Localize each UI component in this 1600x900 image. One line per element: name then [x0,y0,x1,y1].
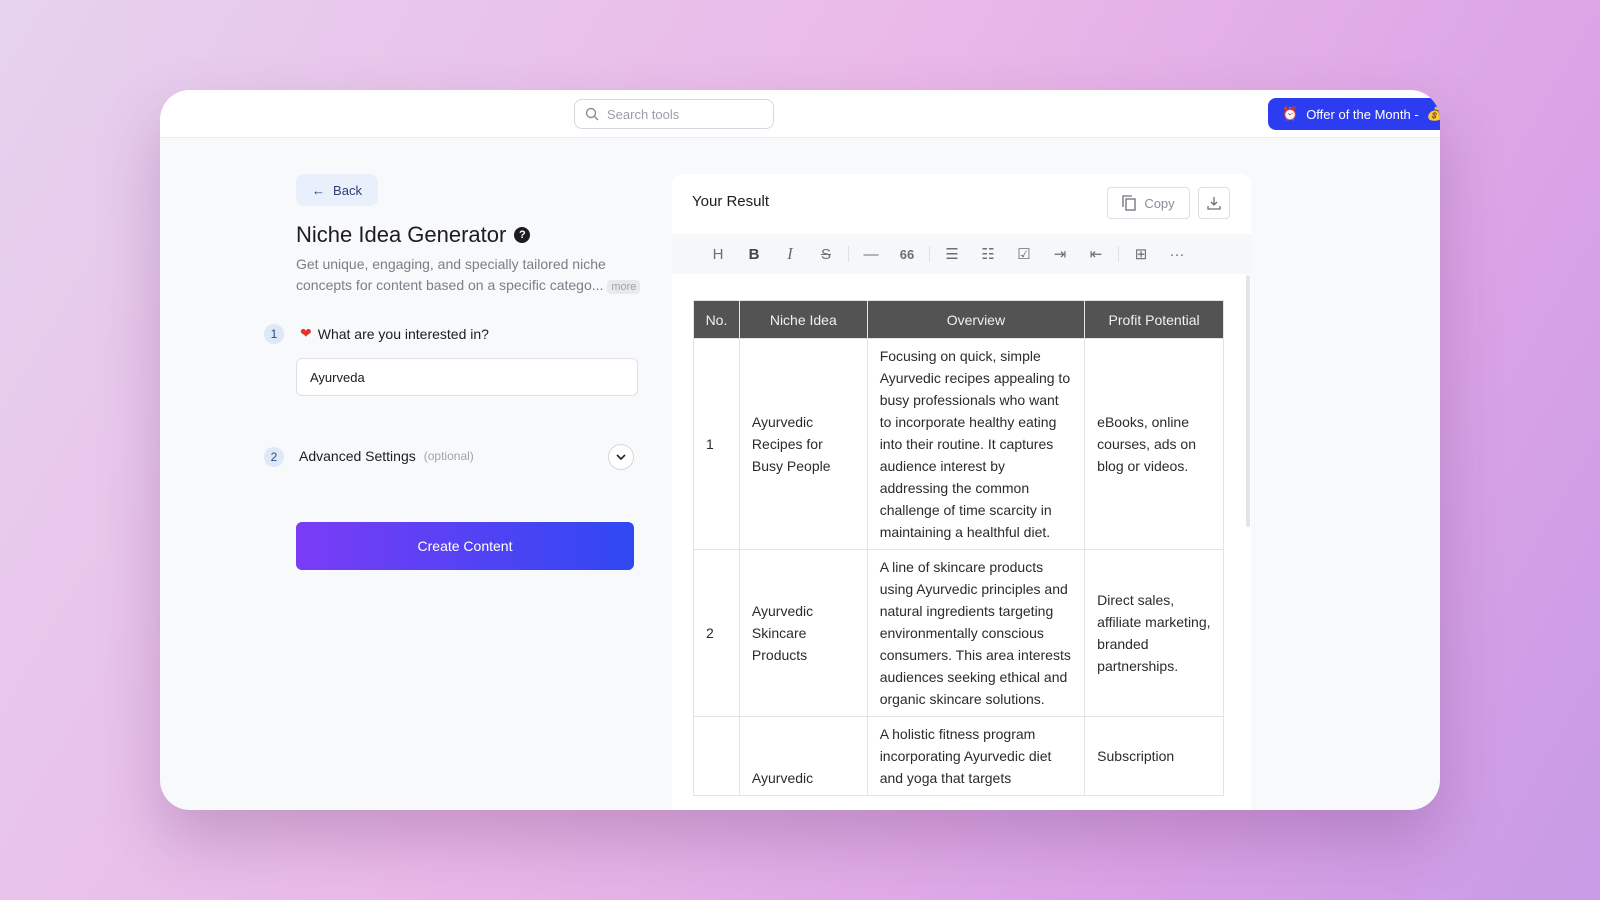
title-text: Niche Idea Generator [296,222,507,247]
arrow-left-icon: ← [312,182,326,198]
numbered-list-icon[interactable]: ☷ [970,240,1006,268]
advanced-settings-label: Advanced Settings [299,448,416,464]
top-bar: Search tools ⏰ Offer of the Month - 💰 [160,90,1440,138]
table-header-row: No. Niche Idea Overview Profit Potential [693,300,1224,339]
download-icon [1207,197,1221,210]
toolbar-divider [1118,246,1119,262]
cell-overview: Focusing on quick, simple Ayurvedic reci… [866,338,1086,550]
more-options-icon[interactable]: ··· [1159,240,1195,268]
chevron-down-icon [616,454,626,460]
strikethrough-icon[interactable]: S [808,240,844,268]
step-1-number: 1 [264,324,284,344]
toolbar-divider [929,246,930,262]
header-niche-idea: Niche Idea [738,300,868,339]
cell-no [693,716,740,796]
app-window: Search tools ⏰ Offer of the Month - 💰 ← … [160,90,1440,810]
optional-label: (optional) [423,449,474,463]
step-2-number: 2 [264,447,284,467]
cell-no: 2 [693,549,740,717]
editor-toolbar: H B I S — 66 ☰ ☷ ☑ ⇥ ⇤ ⊞ ··· [672,234,1251,274]
offer-button[interactable]: ⏰ Offer of the Month - 💰 [1268,98,1440,130]
money-bag-icon: 💰 [1426,106,1440,121]
bold-icon[interactable]: B [736,240,772,268]
cell-overview: A holistic fitness program incorporating… [866,716,1086,796]
offer-label: Offer of the Month - [1306,106,1419,122]
cell-niche-idea: Ayurvedic Skincare Products [738,549,868,717]
download-button[interactable] [1198,187,1230,219]
page-title: Niche Idea Generator ? [296,222,531,248]
bullet-list-icon[interactable]: ☰ [934,240,970,268]
step-1-label: ❤ What are you interested in? [300,325,489,342]
advanced-settings-toggle[interactable]: Advanced Settings (optional) [299,448,474,464]
copy-button[interactable]: Copy [1107,187,1190,219]
copy-icon [1122,195,1136,211]
step-1-label-text: What are you interested in? [317,325,489,342]
result-table: No. Niche Idea Overview Profit Potential… [693,300,1224,796]
search-placeholder: Search tools [607,106,680,122]
quote-icon[interactable]: 66 [889,240,925,268]
horizontal-rule-icon[interactable]: — [853,240,889,268]
search-input[interactable]: Search tools [574,99,774,129]
cell-profit: Direct sales, affiliate marketing, brand… [1084,549,1224,717]
heading-icon[interactable]: H [700,240,736,268]
cell-no: 1 [693,338,740,550]
indent-icon[interactable]: ⇥ [1042,240,1078,268]
alarm-clock-icon: ⏰ [1282,106,1299,121]
table-row: 2 Ayurvedic Skincare Products A line of … [693,549,1224,717]
heart-icon: ❤ [300,325,312,341]
cell-profit: Subscription [1084,716,1224,796]
checklist-icon[interactable]: ☑ [1006,240,1042,268]
outdent-icon[interactable]: ⇤ [1078,240,1114,268]
back-label: Back [333,182,362,198]
table-row: 1 Ayurvedic Recipes for Busy People Focu… [693,338,1224,550]
cell-niche-idea: Ayurvedic Recipes for Busy People [738,338,868,550]
cell-niche-idea: Ayurvedic [738,716,868,796]
toolbar-divider [848,246,849,262]
more-button[interactable]: more [607,280,641,294]
table-row: Ayurvedic A holistic fitness program inc… [693,716,1224,796]
result-scrollbar[interactable] [1246,275,1250,527]
table-icon[interactable]: ⊞ [1123,240,1159,268]
description-text: Get unique, engaging, and specially tail… [296,256,606,293]
help-icon[interactable]: ? [514,227,531,243]
expand-advanced-button[interactable] [608,444,634,470]
header-overview: Overview [866,300,1086,339]
italic-icon[interactable]: I [772,240,808,268]
cell-profit: eBooks, online courses, ads on blog or v… [1084,338,1224,550]
interest-input[interactable]: Ayurveda [296,358,638,396]
create-content-button[interactable]: Create Content [296,522,634,570]
copy-label: Copy [1144,195,1175,211]
header-profit-potential: Profit Potential [1084,300,1224,339]
result-title: Your Result [692,193,769,210]
result-panel: Your Result Copy H B I S — 66 ☰ ☷ ☑ ⇥ ⇤ … [672,174,1251,810]
search-icon [585,107,599,121]
header-no: No. [693,300,740,339]
back-button[interactable]: ← Back [296,174,378,206]
tool-description: Get unique, engaging, and specially tail… [296,254,646,298]
cell-overview: A line of skincare products using Ayurve… [866,549,1086,717]
